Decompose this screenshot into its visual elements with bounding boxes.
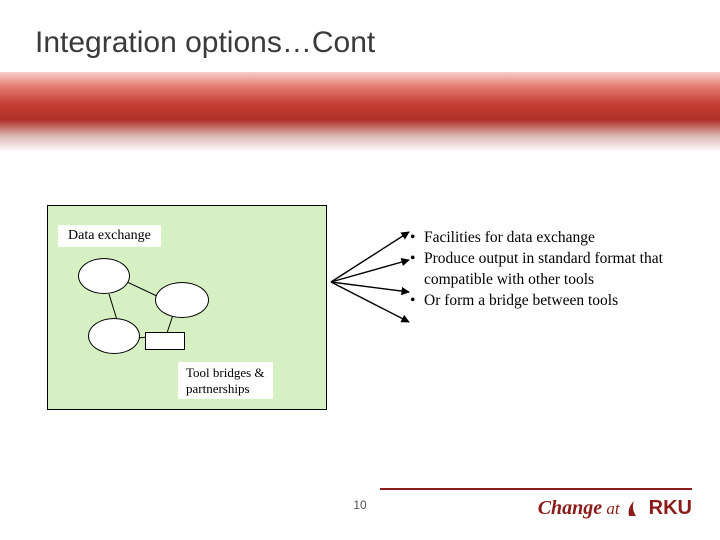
diagram-node-rect — [145, 332, 185, 350]
slide: Integration options…Cont Data exchange T… — [0, 0, 720, 540]
rku-logo: RKU — [626, 497, 692, 520]
bullet-text: Facilities for data exchange — [424, 228, 710, 249]
slide-title: Integration options…Cont — [35, 26, 375, 60]
tool-bridges-label: Tool bridges &partnerships — [178, 362, 273, 399]
bullet-text: Or form a bridge between tools — [424, 291, 710, 312]
brand-rku: RKU — [649, 497, 692, 520]
brand-change: Change — [538, 497, 602, 519]
bullet-dot-icon: • — [410, 228, 424, 249]
bullet-item: • Or form a bridge between tools — [410, 291, 710, 312]
bullet-item: • Facilities for data exchange — [410, 228, 710, 249]
diagram-node-oval — [88, 318, 140, 354]
arrow-fan-icon — [327, 220, 417, 340]
footer-divider — [380, 488, 692, 490]
data-exchange-label: Data exchange — [58, 225, 161, 247]
diagram-node-oval — [78, 258, 130, 294]
bullet-list: • Facilities for data exchange • Produce… — [410, 228, 710, 312]
bullet-dot-icon: • — [410, 291, 424, 312]
footer-logo: Change at RKU — [538, 497, 692, 520]
bullet-dot-icon: • — [410, 249, 424, 291]
bullet-item: • Produce output in standard format that… — [410, 249, 710, 291]
header-accent-bar — [0, 72, 720, 152]
bullet-text: Produce output in standard format that c… — [424, 249, 710, 291]
diagram-node-oval — [155, 282, 209, 318]
rku-swoosh-icon — [626, 498, 646, 520]
footer-brand-text: Change at — [538, 497, 620, 520]
brand-at: at — [602, 499, 619, 518]
